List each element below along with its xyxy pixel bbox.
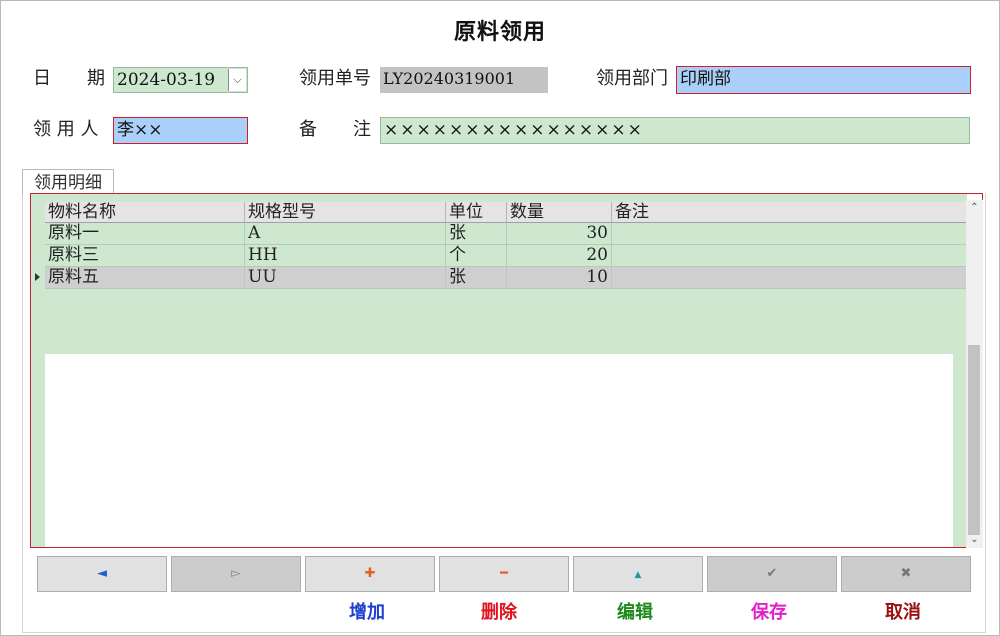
date-label: 日 期 bbox=[33, 68, 105, 89]
prev-icon: ◄ bbox=[97, 566, 107, 581]
cell-unit[interactable]: 个 bbox=[446, 245, 507, 266]
next-icon: ▻ bbox=[231, 566, 241, 581]
cell-qty[interactable]: 10 bbox=[507, 267, 612, 288]
department-label: 领用部门 bbox=[596, 68, 668, 89]
close-icon: ✖ bbox=[900, 566, 912, 581]
nav-next-button[interactable]: ▻ bbox=[171, 556, 301, 592]
add-button[interactable]: 增加 bbox=[302, 600, 432, 626]
cell-spec[interactable]: A bbox=[245, 223, 446, 244]
cell-spec[interactable]: HH bbox=[245, 245, 446, 266]
user-label: 领 用 人 bbox=[33, 119, 99, 140]
save-button[interactable]: 保存 bbox=[704, 600, 834, 626]
minus-icon: ━ bbox=[500, 566, 508, 581]
nav-prev-button[interactable]: ◄ bbox=[37, 556, 167, 592]
remark-input[interactable]: ×××××××××××××××× bbox=[380, 117, 970, 144]
row-pointer-icon bbox=[35, 273, 40, 281]
column-header-qty[interactable]: 数量 bbox=[507, 202, 612, 222]
nav-delete-button[interactable]: ━ bbox=[439, 556, 569, 592]
order-no-field: LY20240319001 bbox=[380, 67, 548, 93]
cell-note[interactable] bbox=[612, 245, 966, 266]
cell-unit[interactable]: 张 bbox=[446, 223, 507, 244]
nav-cancel-button[interactable]: ✖ bbox=[841, 556, 971, 592]
scroll-up-icon[interactable]: ⌃ bbox=[966, 200, 983, 216]
table-row-selected[interactable]: 原料五 UU 张 10 bbox=[35, 267, 966, 289]
page-title: 原料领用 bbox=[453, 19, 546, 45]
date-dropdown-icon[interactable]: ⌵ bbox=[228, 69, 246, 91]
cell-note[interactable] bbox=[612, 267, 966, 288]
column-header-note[interactable]: 备注 bbox=[612, 202, 966, 222]
date-picker[interactable]: 2024-03-19 ⌵ bbox=[113, 67, 248, 93]
cell-spec[interactable]: UU bbox=[245, 267, 446, 288]
up-arrow-icon: ▲ bbox=[634, 570, 642, 580]
date-value: 2024-03-19 bbox=[117, 70, 216, 90]
nav-add-button[interactable]: ✚ bbox=[305, 556, 435, 592]
cell-qty[interactable]: 30 bbox=[507, 223, 612, 244]
department-input[interactable]: 印刷部 bbox=[676, 66, 971, 94]
cell-name[interactable]: 原料一 bbox=[45, 223, 245, 244]
cancel-button[interactable]: 取消 bbox=[838, 600, 968, 626]
grid-vertical-scrollbar[interactable]: ⌃ ⌄ bbox=[966, 200, 983, 548]
scroll-thumb[interactable] bbox=[968, 345, 980, 535]
table-row[interactable]: 原料一 A 张 30 bbox=[45, 223, 966, 245]
column-header-unit[interactable]: 单位 bbox=[446, 202, 507, 222]
cell-unit[interactable]: 张 bbox=[446, 267, 507, 288]
check-icon: ✔ bbox=[766, 566, 778, 581]
table-row[interactable]: 原料三 HH 个 20 bbox=[45, 245, 966, 267]
column-header-name[interactable]: 物料名称 bbox=[45, 202, 245, 222]
grid-left-strip bbox=[31, 194, 45, 547]
cell-qty[interactable]: 20 bbox=[507, 245, 612, 266]
order-no-label: 领用单号 bbox=[299, 68, 371, 89]
nav-post-button[interactable]: ✔ bbox=[707, 556, 837, 592]
tab-detail[interactable]: 领用明细 bbox=[22, 169, 114, 195]
cell-name[interactable]: 原料五 bbox=[45, 267, 245, 288]
edit-button[interactable]: 编辑 bbox=[570, 600, 700, 626]
cell-note[interactable] bbox=[612, 223, 966, 244]
detail-grid[interactable]: 物料名称 规格型号 单位 数量 备注 原料一 A 张 30 原料三 HH 个 2… bbox=[30, 193, 983, 548]
scroll-down-icon[interactable]: ⌄ bbox=[966, 532, 983, 548]
cell-name[interactable]: 原料三 bbox=[45, 245, 245, 266]
user-input[interactable]: 李×× bbox=[113, 117, 248, 144]
plus-icon: ✚ bbox=[364, 566, 376, 581]
grid-header: 物料名称 规格型号 单位 数量 备注 bbox=[45, 202, 966, 223]
delete-button[interactable]: 删除 bbox=[434, 600, 564, 626]
nav-edit-button[interactable]: ▲ bbox=[573, 556, 703, 592]
column-header-spec[interactable]: 规格型号 bbox=[245, 202, 446, 222]
remark-label: 备 注 bbox=[299, 119, 371, 140]
